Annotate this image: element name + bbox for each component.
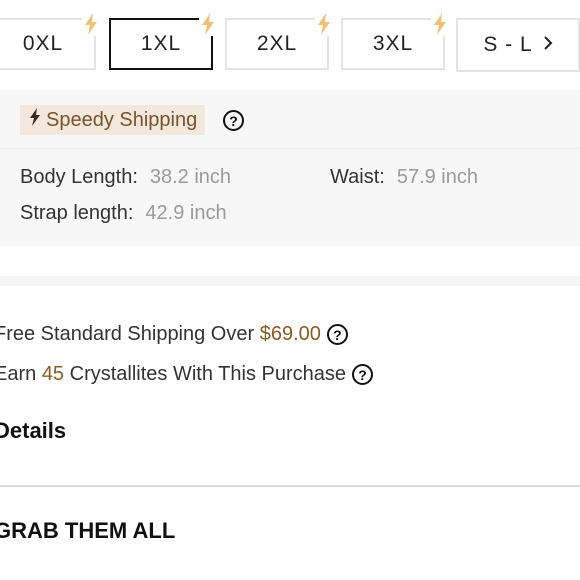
spec-label: Strap length: — [20, 202, 134, 224]
details-section-header[interactable]: Details — [0, 418, 66, 444]
size-option-label: 2XL — [256, 32, 298, 55]
spec-body-length: Body Length: 38.2 inch — [20, 166, 231, 189]
size-selector: 0XL 1XL 2XL 3XL S - L — [0, 0, 580, 80]
size-option-label: 3XL — [372, 32, 414, 55]
spec-value: 42.9 inch — [145, 202, 227, 224]
crystallites-prefix: Earn — [0, 363, 37, 385]
lightning-icon — [431, 12, 449, 36]
free-shipping-info: Free Standard Shipping Over $69.00 ? — [0, 323, 348, 346]
spec-label: Body Length: — [20, 166, 138, 188]
lightning-icon — [28, 107, 42, 133]
chevron-right-icon — [543, 34, 553, 57]
spec-waist: Waist: 57.9 inch — [330, 166, 478, 189]
speedy-shipping-badge: Speedy Shipping — [20, 105, 206, 135]
free-shipping-text: Free Standard Shipping Over — [0, 323, 255, 345]
size-option-label: S - L — [483, 33, 533, 56]
section-separator — [0, 276, 580, 286]
spec-strap-length: Strap length: 42.9 inch — [20, 202, 227, 225]
crystallites-suffix: Crystallites With This Purchase — [69, 363, 347, 385]
size-option-3xl[interactable]: 3XL — [341, 12, 449, 70]
crystallites-amount: 45 — [41, 363, 65, 385]
lightning-icon — [315, 12, 333, 36]
size-option-s-l[interactable]: S - L — [456, 18, 580, 72]
spec-label: Waist: — [330, 166, 385, 188]
grab-them-all-header[interactable]: GRAB THEM ALL — [0, 518, 175, 544]
size-option-2xl[interactable]: 2XL — [225, 12, 333, 70]
question-circle-icon[interactable]: ? — [223, 110, 244, 131]
free-shipping-amount: $69.00 — [259, 323, 321, 345]
size-option-label: 0XL — [22, 32, 64, 55]
size-option-label: 1XL — [140, 32, 182, 55]
size-info-panel: Speedy Shipping ? Body Length: 38.2 inch … — [0, 90, 580, 246]
lightning-icon — [82, 12, 100, 36]
divider — [0, 148, 580, 149]
spec-value: 38.2 inch — [149, 166, 232, 188]
question-circle-icon[interactable]: ? — [326, 324, 348, 345]
lightning-icon — [199, 12, 217, 36]
size-option-1xl[interactable]: 1XL — [109, 12, 217, 70]
speedy-shipping-label: Speedy Shipping — [46, 108, 198, 131]
question-circle-icon[interactable]: ? — [352, 364, 374, 385]
divider — [0, 485, 580, 487]
crystallites-info: Earn 45 Crystallites With This Purchase … — [0, 363, 374, 386]
spec-value: 57.9 inch — [396, 166, 478, 188]
size-option-0xl[interactable]: 0XL — [0, 12, 100, 70]
